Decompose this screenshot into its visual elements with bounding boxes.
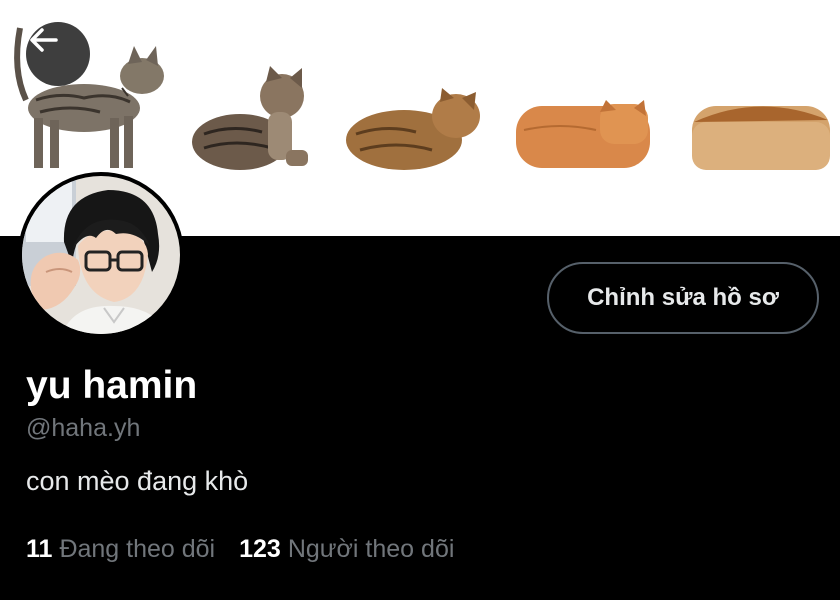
following-count: 11 xyxy=(26,535,53,563)
bread-loaf xyxy=(692,106,830,170)
followers-count: 123 xyxy=(239,535,281,563)
avatar-image xyxy=(22,176,180,334)
arrow-left-icon xyxy=(30,28,58,52)
user-bio: con mèo đang khò xyxy=(26,466,249,496)
edit-profile-button[interactable]: Chỉnh sửa hồ sơ xyxy=(547,262,819,334)
avatar[interactable] xyxy=(18,172,184,338)
cat-loaf xyxy=(516,100,650,168)
profile-stats: 11 Đang theo dõi 123 Người theo dõi xyxy=(26,533,454,565)
following-label: Đang theo dõi xyxy=(59,535,216,563)
user-handle: @haha.yh xyxy=(26,414,141,442)
cat-sitting xyxy=(192,66,308,170)
back-button[interactable] xyxy=(26,22,90,86)
display-name: yu hamin xyxy=(26,364,198,407)
following-link[interactable]: 11 Đang theo dõi xyxy=(26,533,215,565)
followers-label: Người theo dõi xyxy=(287,535,455,563)
cat-crouching xyxy=(346,88,480,170)
followers-link[interactable]: 123 Người theo dõi xyxy=(239,533,454,565)
